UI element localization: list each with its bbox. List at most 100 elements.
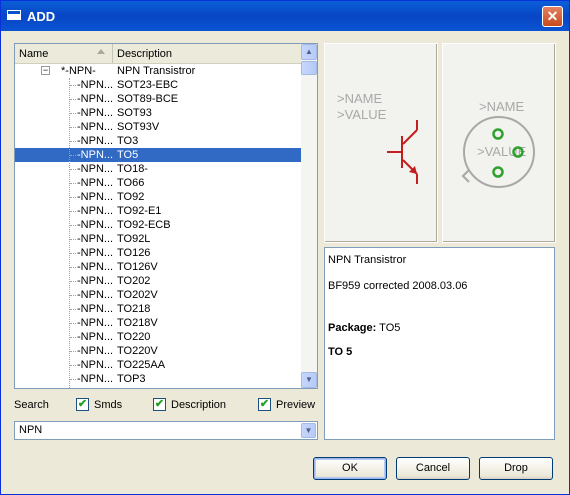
list-item[interactable]: -NPN... TO126V	[15, 260, 301, 274]
row-description: TO5	[117, 149, 139, 161]
row-name: -NPN...	[77, 219, 114, 231]
row-description: TO92-E1	[117, 205, 162, 217]
column-header-description[interactable]: Description	[113, 44, 301, 63]
tree-branch-line	[70, 225, 76, 226]
row-description: TO92	[117, 191, 145, 203]
ok-button[interactable]: OK	[313, 457, 387, 480]
row-description: SOT93V	[117, 121, 160, 133]
tree-branch-line	[70, 365, 76, 366]
window-icon	[7, 10, 21, 20]
list-header: Name Description	[15, 44, 301, 64]
list-item[interactable]: -NPN... TO220	[15, 330, 301, 344]
list-item[interactable]: -NPN... TOP3	[15, 372, 301, 386]
smds-label[interactable]: Smds	[94, 399, 122, 411]
tree-branch-line	[70, 141, 76, 142]
list-item[interactable]: -NPN... TO220V	[15, 344, 301, 358]
scroll-down-icon[interactable]: ▼	[301, 372, 317, 388]
list-item[interactable]: -NPN... TO218V	[15, 316, 301, 330]
tree-branch-line	[70, 323, 76, 324]
list-item[interactable]: -NPN... TO3	[15, 134, 301, 148]
tree-branch-line	[70, 337, 76, 338]
list-item[interactable]: -NPN... TO202	[15, 274, 301, 288]
tree-branch-line	[70, 379, 76, 380]
row-description: TO202	[117, 275, 151, 287]
description-note: BF959 corrected 2008.03.06	[328, 280, 468, 292]
tree-branch-line	[70, 351, 76, 352]
row-description: TO92L	[117, 233, 151, 245]
row-name: -NPN...	[77, 191, 114, 203]
search-label: Search	[14, 399, 49, 411]
list-item[interactable]: -NPN... TO218	[15, 302, 301, 316]
package-line: Package: TO5	[328, 322, 400, 334]
tree-branch-line	[70, 281, 76, 282]
list-item[interactable]: -NPN... TO18-	[15, 162, 301, 176]
list-item[interactable]: -NPN... SOT23-EBC	[15, 78, 301, 92]
list-item[interactable]: -NPN... TO5	[15, 148, 301, 162]
description-panel: NPN Transistror BF959 corrected 2008.03.…	[324, 247, 555, 440]
description-label[interactable]: Description	[171, 399, 226, 411]
row-name: -NPN...	[77, 163, 114, 175]
search-combobox[interactable]: NPN ▼	[14, 421, 318, 440]
row-description: TO220V	[117, 345, 158, 357]
row-description: TO220	[117, 331, 151, 343]
collapse-icon[interactable]: −	[41, 66, 50, 75]
row-description: TO225AA	[117, 359, 166, 371]
list-item[interactable]: -NPN... TO202V	[15, 288, 301, 302]
description-checkbox[interactable]: ✔	[153, 398, 166, 411]
list-item[interactable]: -NPN... TO92	[15, 190, 301, 204]
row-name: -NPN...	[77, 205, 114, 217]
preview-label[interactable]: Preview	[276, 399, 315, 411]
list-item[interactable]: -NPN... TO92-ECB	[15, 218, 301, 232]
chevron-down-icon[interactable]: ▼	[301, 423, 316, 438]
scroll-up-icon[interactable]: ▲	[301, 44, 317, 60]
row-name: -NPN...	[77, 331, 114, 343]
row-description: NPN Transistror	[117, 65, 196, 77]
row-name: -NPN...	[77, 79, 114, 91]
tree-branch-line	[70, 155, 76, 156]
smds-checkbox[interactable]: ✔	[76, 398, 89, 411]
tree-root-row[interactable]: − *-NPN- NPN Transistror	[15, 64, 301, 78]
package-value: TO5	[376, 322, 401, 334]
npn-transistor-symbol-icon	[387, 120, 418, 184]
row-name: -NPN...	[77, 261, 114, 273]
scroll-thumb[interactable]	[301, 61, 317, 75]
tree-branch-line	[70, 197, 76, 198]
list-item[interactable]: -NPN... TO66	[15, 176, 301, 190]
row-name: -NPN...	[77, 303, 114, 315]
tree-branch-line	[70, 309, 76, 310]
row-name: -NPN...	[77, 373, 114, 385]
row-description: TO202V	[117, 289, 158, 301]
list-item[interactable]: -NPN... TO225AA	[15, 358, 301, 372]
list-item[interactable]: -NPN... SOT93V	[15, 120, 301, 134]
search-input[interactable]: NPN	[19, 424, 42, 436]
list-scrollbar[interactable]: ▲ ▼	[301, 44, 317, 388]
list-item[interactable]: -NPN... TO92L	[15, 232, 301, 246]
list-item[interactable]: -NPN... SOT93	[15, 106, 301, 120]
row-name: -NPN...	[77, 107, 114, 119]
tree-branch-line	[70, 295, 76, 296]
tree-branch-line	[70, 127, 76, 128]
list-item[interactable]: -NPN... TO92-E1	[15, 204, 301, 218]
cancel-button[interactable]: Cancel	[396, 457, 470, 480]
list-item[interactable]: -NPN... SOT89-BCE	[15, 92, 301, 106]
tree-branch-line	[70, 211, 76, 212]
drop-button[interactable]: Drop	[479, 457, 553, 480]
list-rows: − *-NPN- NPN Transistror -NPN... SOT23-EB…	[15, 64, 301, 386]
tree-branch-line	[70, 169, 76, 170]
row-description: TO218	[117, 303, 151, 315]
row-name: -NPN...	[77, 121, 114, 133]
row-description: TO92-ECB	[117, 219, 171, 231]
row-name: -NPN...	[77, 317, 114, 329]
tree-branch-line	[70, 113, 76, 114]
row-name: -NPN...	[77, 149, 114, 161]
row-description: TO218V	[117, 317, 158, 329]
row-description: TO3	[117, 135, 139, 147]
preview-checkbox[interactable]: ✔	[258, 398, 271, 411]
row-description: TO18-	[117, 163, 148, 175]
row-description: SOT23-EBC	[117, 79, 179, 91]
list-item[interactable]: -NPN... TO126	[15, 246, 301, 260]
component-list[interactable]: Name Description − *-NPN- NPN Transistro…	[14, 43, 318, 389]
row-description: SOT93	[117, 107, 152, 119]
close-button[interactable]: ✕	[542, 6, 563, 27]
tree-line	[69, 78, 70, 388]
